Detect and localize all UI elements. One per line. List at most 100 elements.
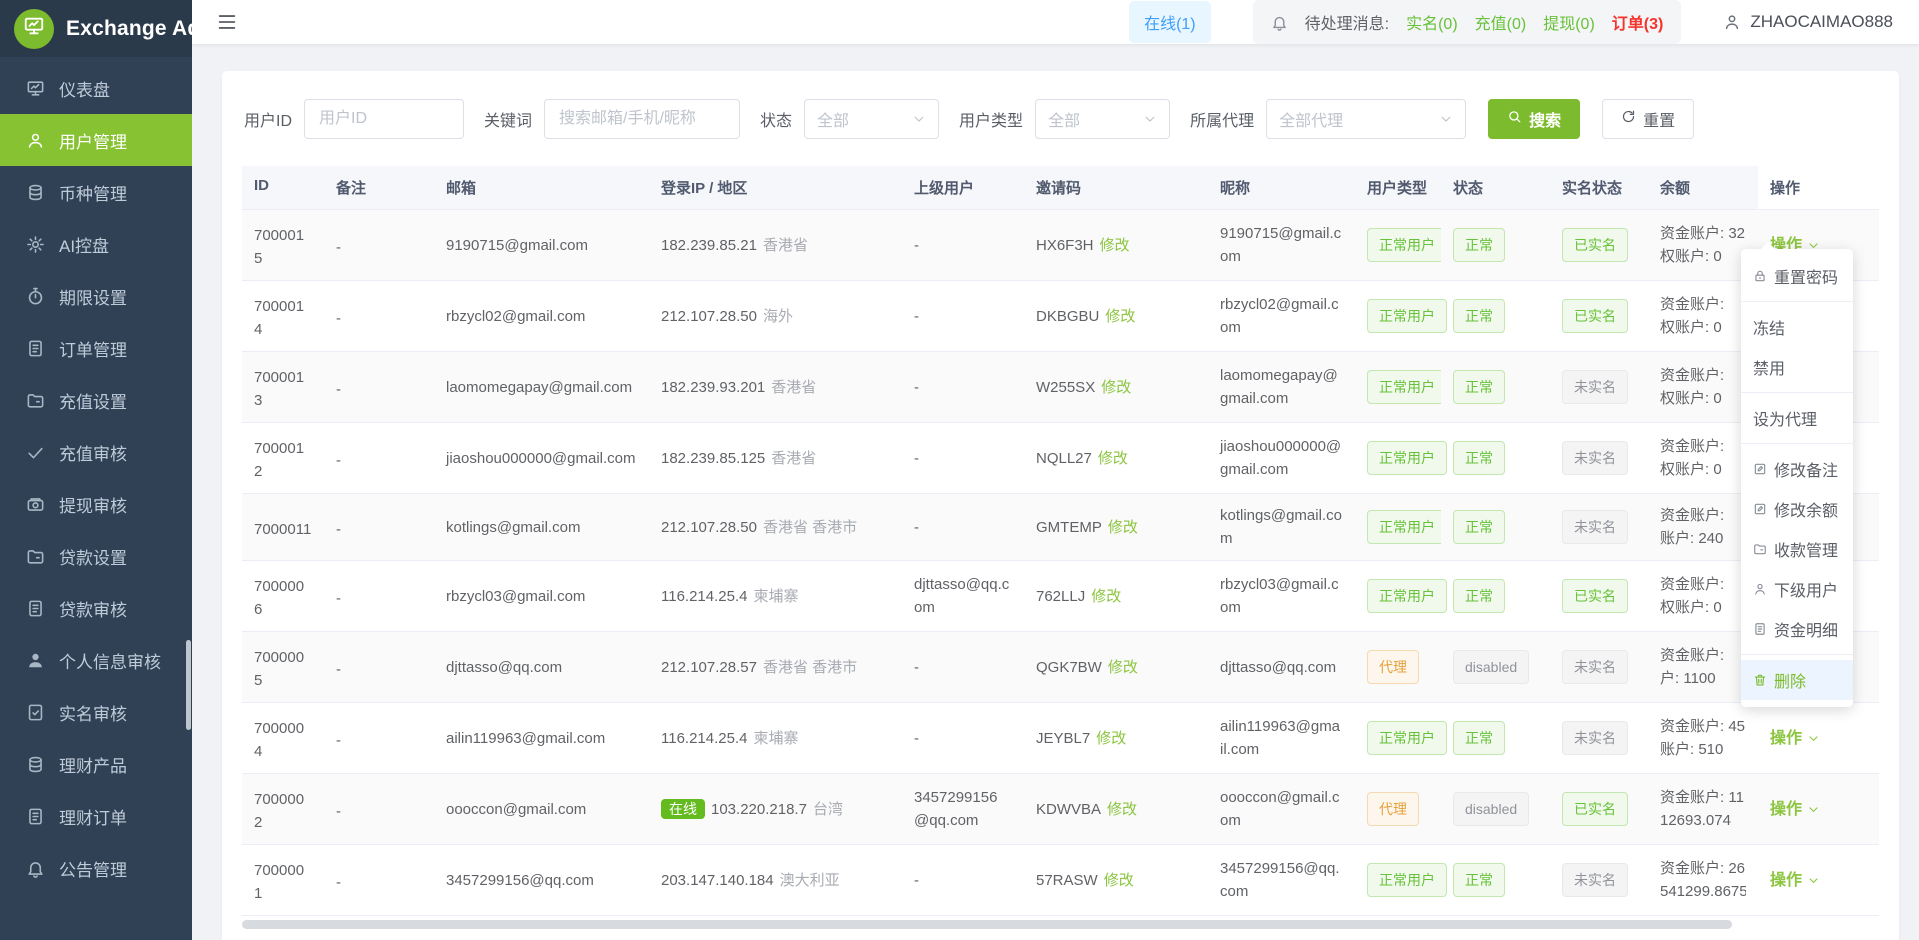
cell-ip-region: 在线 103.220.218.7 台湾 — [649, 774, 902, 845]
menu-divider — [1741, 443, 1853, 444]
modify-invite-link[interactable]: 修改 — [1098, 447, 1128, 470]
cell-email: rbzycl03@gmail.com — [434, 561, 649, 632]
horizontal-scrollbar-thumb[interactable] — [242, 920, 1732, 929]
sidebar-item[interactable]: 理财订单 — [0, 790, 192, 842]
cell-nickname: jiaoshou000000@gmail.com — [1208, 423, 1355, 494]
user-type-badge: 代理 — [1367, 792, 1419, 826]
user-type-badge: 正常用户 — [1367, 579, 1447, 613]
cell-email: 9190715@gmail.com — [434, 210, 649, 281]
invite-code: QGK7BW — [1036, 658, 1102, 676]
sidebar-item[interactable]: 公告管理 — [0, 842, 192, 894]
sidebar-item[interactable]: 仪表盘 — [0, 62, 192, 114]
sidebar-item[interactable]: 期限设置 — [0, 270, 192, 322]
modify-invite-link[interactable]: 修改 — [1091, 585, 1121, 608]
pending-message-count[interactable]: 实名(0) — [1406, 10, 1458, 34]
column-header-invite: 邀请码 — [1024, 166, 1208, 210]
sidebar-item[interactable]: AI控盘 — [0, 218, 192, 270]
row-action-button[interactable]: 操作 — [1770, 798, 1820, 821]
row-action-button[interactable]: 操作 — [1770, 869, 1820, 892]
menu-item[interactable]: 资金明细 — [1741, 609, 1853, 649]
reset-button[interactable]: 重置 — [1602, 99, 1695, 139]
cell-ip-region: 在线 212.107.28.57 香港省 香港市 — [649, 632, 902, 703]
sidebar-item-label: 实名审核 — [59, 704, 127, 724]
pending-message-count[interactable]: 提现(0) — [1543, 10, 1595, 34]
cell-note: - — [324, 845, 434, 916]
cell-note: - — [324, 494, 434, 561]
pending-messages-pill: 待处理消息: 实名(0) 充值(0) 提现(0) 订单(3) — [1252, 0, 1682, 44]
column-header-action: 操作 — [1758, 166, 1879, 210]
menu-item[interactable]: 修改备注 — [1741, 449, 1853, 489]
table-row: 7000005 - djttasso@qq.com 在线 212.107.28.… — [242, 632, 1879, 703]
modify-invite-link[interactable]: 修改 — [1107, 798, 1137, 821]
menu-item[interactable]: 冻结 — [1741, 307, 1853, 347]
modify-invite-link[interactable]: 修改 — [1101, 376, 1131, 399]
sidebar-item[interactable]: 贷款设置 — [0, 530, 192, 582]
status-select[interactable]: 全部 — [804, 99, 940, 139]
sidebar-item[interactable]: 个人信息审核 — [0, 634, 192, 686]
menu-item[interactable]: 禁用 — [1741, 347, 1853, 387]
row-action-button[interactable]: 操作 — [1770, 727, 1820, 750]
region-value: 海外 — [762, 307, 793, 325]
sidebar-item[interactable]: 用户管理 — [0, 114, 192, 166]
modify-invite-link[interactable]: 修改 — [1108, 656, 1138, 679]
menu-item[interactable]: 收款管理 — [1741, 529, 1853, 569]
menu-item[interactable]: 设为代理 — [1741, 398, 1853, 438]
users-table: ID 备注 邮箱 登录IP / 地区 上级用户 邀请码 昵称 用户类型 状态 实… — [242, 166, 1879, 929]
status-badge: 正常 — [1453, 441, 1505, 475]
status-badge: disabled — [1453, 650, 1530, 684]
cell-invite: DKBGBU 修改 — [1024, 281, 1208, 352]
cell-ip-region: 在线 203.147.140.184 澳大利亚 — [649, 845, 902, 916]
cell-nickname: kotlings@gmail.com — [1208, 494, 1355, 561]
menu-divider — [1741, 392, 1853, 393]
user-id-input[interactable] — [304, 99, 465, 139]
realname-badge: 未实名 — [1562, 650, 1628, 684]
keyword-input[interactable] — [544, 99, 741, 139]
sidebar-scrollbar[interactable] — [186, 640, 191, 730]
sidebar-item[interactable]: 订单管理 — [0, 322, 192, 374]
realname-badge: 未实名 — [1562, 863, 1628, 897]
cell-balance: 资金账户: 45 账户: 510 — [1648, 703, 1758, 774]
sidebar-item[interactable]: 理财产品 — [0, 738, 192, 790]
modify-invite-link[interactable]: 修改 — [1100, 234, 1130, 257]
current-user[interactable]: ZHAOCAIMAO888 — [1723, 12, 1893, 32]
sidebar-item[interactable]: 充值审核 — [0, 426, 192, 478]
logo: Exchange Admin — [0, 0, 238, 57]
cell-id: 7000006 — [242, 561, 324, 632]
modify-invite-link[interactable]: 修改 — [1108, 516, 1138, 539]
search-button[interactable]: 搜索 — [1488, 99, 1581, 139]
user-type-select[interactable]: 全部 — [1035, 99, 1171, 139]
pending-message-count[interactable]: 订单(3) — [1612, 10, 1664, 34]
sidebar-item[interactable]: 贷款审核 — [0, 582, 192, 634]
online-count-badge[interactable]: 在线(1) — [1129, 1, 1211, 43]
sidebar-item[interactable]: 实名审核 — [0, 686, 192, 738]
menu-item[interactable]: 下级用户 — [1741, 569, 1853, 609]
sidebar-collapse-icon[interactable] — [216, 11, 238, 33]
agent-select[interactable]: 全部代理 — [1266, 99, 1467, 139]
cell-status: disabled — [1441, 774, 1550, 845]
document-icon — [1753, 622, 1767, 636]
region-value: 香港省 — [762, 236, 808, 254]
menu-item[interactable]: 修改余额 — [1741, 489, 1853, 529]
modify-invite-link[interactable]: 修改 — [1105, 305, 1135, 328]
cell-realname: 已实名 — [1550, 774, 1648, 845]
online-badge: 在线 — [661, 799, 705, 819]
pending-message-count[interactable]: 充值(0) — [1475, 10, 1527, 34]
cell-note: - — [324, 774, 434, 845]
bell-icon — [26, 859, 45, 878]
cell-user-type: 代理 — [1355, 632, 1441, 703]
region-value: 柬埔寨 — [753, 587, 799, 605]
modify-invite-link[interactable]: 修改 — [1096, 727, 1126, 750]
cell-user-type: 正常用户 — [1355, 494, 1447, 561]
menu-item[interactable]: 重置密码 — [1741, 256, 1853, 296]
sidebar-item[interactable]: 提现审核 — [0, 478, 192, 530]
region-value: 香港省 香港市 — [762, 518, 858, 536]
modify-invite-link[interactable]: 修改 — [1104, 869, 1134, 892]
cell-realname: 已实名 — [1550, 561, 1648, 632]
column-header-parent: 上级用户 — [902, 166, 1024, 210]
sidebar-item[interactable]: 币种管理 — [0, 166, 192, 218]
invite-code: KDWVBA — [1036, 800, 1102, 818]
sidebar-item-label: 贷款设置 — [59, 548, 127, 568]
cell-note: - — [324, 632, 434, 703]
sidebar-item[interactable]: 充值设置 — [0, 374, 192, 426]
menu-item[interactable]: 删除 — [1741, 660, 1853, 700]
